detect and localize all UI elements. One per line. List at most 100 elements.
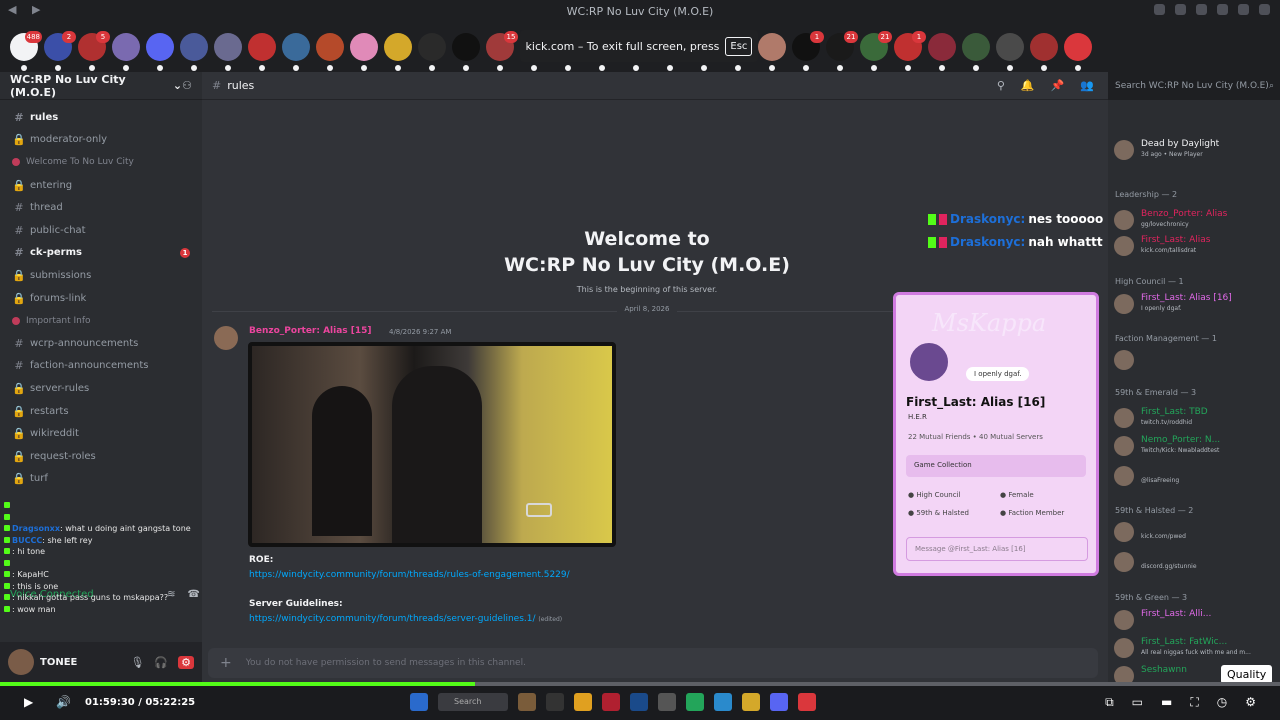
folder-icon[interactable]	[742, 693, 760, 711]
member-row[interactable]: First_Last: Alias [16] I openly dgaf.	[1114, 292, 1276, 318]
profile-avatar[interactable]	[906, 339, 952, 385]
taskbar-search[interactable]: Search	[438, 693, 508, 711]
app-icon[interactable]	[686, 693, 704, 711]
game-collection[interactable]: Game Collection	[906, 455, 1086, 477]
clip-icon[interactable]: ◷	[1217, 695, 1227, 710]
roe-link[interactable]: https://windycity.community/forum/thread…	[249, 570, 570, 580]
member-row[interactable]: Dead by Daylight 3d ago • New Player	[1114, 138, 1276, 164]
member-row[interactable]: First_Last: FatWic... All real niggas fuc…	[1114, 636, 1276, 662]
server-icon[interactable]: 15	[486, 31, 518, 71]
server-icon[interactable]	[758, 33, 786, 71]
channel-rules[interactable]: # rules	[0, 106, 202, 129]
message-author[interactable]: Benzo_Porter: Alias [15]	[249, 326, 372, 336]
server-icon[interactable]	[962, 33, 990, 71]
start-icon[interactable]	[410, 693, 428, 711]
member-row[interactable]: Nemo_Porter: N... Twitch/Kick: Nwabladdte…	[1114, 434, 1276, 460]
miniplayer-icon[interactable]: ⧉	[1105, 695, 1114, 710]
app-icon[interactable]	[658, 693, 676, 711]
nav-arrows[interactable]: ◀ ▶	[8, 3, 46, 16]
channel-wcrp-announcements[interactable]: # wcrp-announcements	[0, 332, 202, 355]
server-icon[interactable]: 5	[78, 31, 110, 71]
channel-category[interactable]: Welcome To No Luv City	[0, 151, 202, 174]
theater-icon[interactable]: ▬	[1161, 695, 1172, 710]
server-icon[interactable]	[146, 33, 174, 71]
server-icon[interactable]: 1	[894, 31, 926, 71]
inbox-icon[interactable]	[1154, 4, 1165, 15]
progress-bar[interactable]	[0, 682, 1280, 686]
server-icon[interactable]	[214, 33, 242, 71]
app-icon[interactable]	[602, 693, 620, 711]
channel-public-chat[interactable]: # public-chat	[0, 219, 202, 242]
server-guidelines-link[interactable]: https://windycity.community/forum/thread…	[249, 614, 536, 624]
dm-input[interactable]: Message @First_Last: Alias [16]	[906, 537, 1088, 561]
channel-faction-announcements[interactable]: # faction-announcements	[0, 355, 202, 378]
play-icon[interactable]: ▶	[24, 695, 33, 709]
server-icon[interactable]: 21	[826, 31, 858, 71]
member-row[interactable]: First_Last: Alli...	[1114, 608, 1276, 634]
gear-icon[interactable]: ⚙	[1245, 695, 1256, 710]
server-icon[interactable]: 488	[10, 31, 42, 71]
server-icon[interactable]	[180, 33, 208, 71]
profile-mutuals[interactable]: 22 Mutual Friends • 40 Mutual Servers	[908, 433, 1043, 441]
channel-thread[interactable]: # thread	[0, 196, 202, 219]
server-icon[interactable]: 2	[44, 31, 76, 71]
app-icon[interactable]	[518, 693, 536, 711]
members-icon[interactable]: 👥	[1080, 79, 1094, 92]
server-icon[interactable]	[1064, 33, 1092, 71]
server-icon[interactable]	[282, 33, 310, 71]
server-icon[interactable]: 1	[792, 31, 824, 71]
channel-entering[interactable]: 🔒 entering	[0, 174, 202, 197]
member-row[interactable]: Benzo_Porter: Alias gg/lovechronicy	[1114, 208, 1276, 234]
server-icon[interactable]	[384, 33, 412, 71]
app-icon[interactable]	[714, 693, 732, 711]
steam-icon[interactable]	[630, 693, 648, 711]
member-row[interactable]: First_Last: Alias kick.com/tallisdrat	[1114, 234, 1276, 260]
member-row[interactable]: kick.com/pwed	[1114, 520, 1276, 546]
channel-server-rules[interactable]: 🔒 server-rules	[0, 377, 202, 400]
channel-category[interactable]: Important Info	[0, 309, 202, 332]
channel-ck-perms[interactable]: # ck-perms 1	[0, 242, 202, 265]
message-gif[interactable]	[248, 342, 616, 547]
channel-turf[interactable]: 🔒 turf	[0, 468, 202, 491]
server-icon[interactable]	[316, 33, 344, 71]
pin-icon[interactable]: 📌	[1051, 79, 1065, 92]
server-icon[interactable]	[452, 33, 480, 71]
member-row[interactable]: @lisaFreeing	[1114, 464, 1276, 490]
member-row[interactable]	[1114, 348, 1276, 374]
add-member-icon[interactable]: ⚇	[182, 79, 192, 92]
server-icon[interactable]	[996, 33, 1024, 71]
server-icon[interactable]: 21	[860, 31, 892, 71]
app-icon[interactable]	[798, 693, 816, 711]
notification-icon[interactable]: 🔔	[1021, 79, 1035, 92]
server-icon[interactable]	[350, 33, 378, 71]
server-icon[interactable]	[248, 33, 276, 71]
member-row[interactable]: First_Last: TBD twitch.tv/roddhid	[1114, 406, 1276, 432]
channel-moderator-only[interactable]: 🔒 moderator-only	[0, 129, 202, 152]
server-icon[interactable]	[112, 33, 140, 71]
volume-icon[interactable]: 🔊	[56, 695, 71, 709]
channel-request-roles[interactable]: 🔒 request-roles	[0, 445, 202, 468]
channel-submissions[interactable]: 🔒 submissions	[0, 264, 202, 287]
app-icon[interactable]	[546, 693, 564, 711]
search-icon: ⌕	[1268, 81, 1274, 91]
fullscreen-icon[interactable]: ⛶	[1190, 695, 1198, 710]
channel-restarts[interactable]: 🔒 restarts	[0, 400, 202, 423]
channel-wikireddit[interactable]: 🔒 wikireddit	[0, 422, 202, 445]
download-icon[interactable]	[1196, 4, 1207, 15]
channel-forums-link[interactable]: 🔒 forums-link	[0, 287, 202, 310]
discord-icon[interactable]	[770, 693, 788, 711]
server-icon[interactable]	[418, 33, 446, 71]
minimize-icon[interactable]	[1217, 4, 1228, 15]
server-icon[interactable]	[928, 33, 956, 71]
threads-icon[interactable]: ⚲	[997, 79, 1005, 92]
member-row[interactable]: discord.gg/stunnie	[1114, 550, 1276, 576]
guild-header[interactable]: WC:RP No Luv City (M.O.E) ⌄ ⚇	[0, 72, 202, 100]
message-avatar[interactable]	[214, 326, 238, 350]
server-icon[interactable]	[1030, 33, 1058, 71]
close-icon[interactable]	[1259, 4, 1270, 15]
search-input[interactable]: Search WC:RP No Luv City (M.O.E) ⌕	[1108, 72, 1280, 100]
maximize-icon[interactable]	[1238, 4, 1249, 15]
help-icon[interactable]	[1175, 4, 1186, 15]
pip-icon[interactable]: ▭	[1132, 695, 1143, 710]
chrome-icon[interactable]	[574, 693, 592, 711]
